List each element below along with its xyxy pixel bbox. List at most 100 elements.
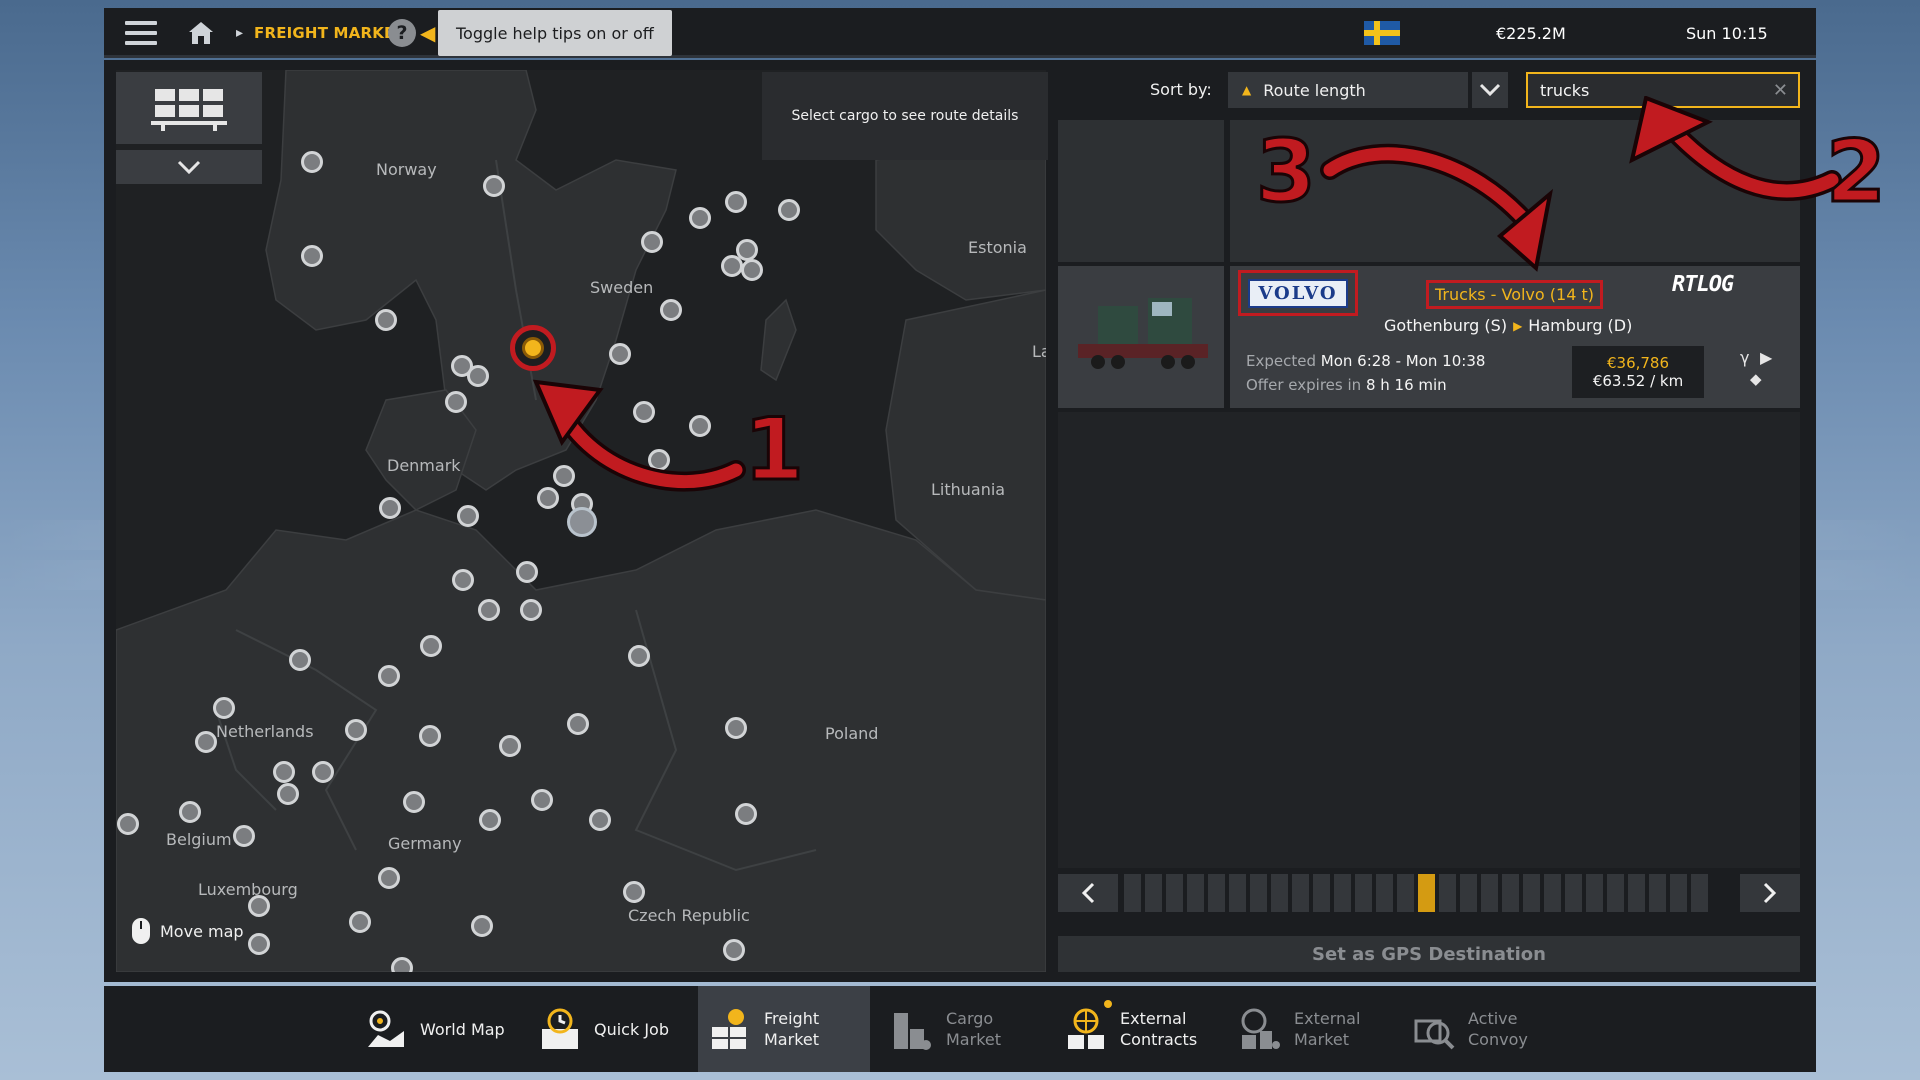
fast-forward-icon: ▶	[1760, 348, 1773, 367]
annotation-arrow-1	[532, 379, 746, 492]
page-indicator[interactable]	[1523, 874, 1540, 912]
bottom-nav: World Map Quick Job Freight Market Cargo M…	[104, 986, 1816, 1072]
tab-world-map[interactable]: World Map	[354, 986, 515, 1072]
clock-display: Sun 10:15	[1686, 23, 1768, 43]
money-display: €225.2M	[1496, 23, 1566, 43]
sweden-flag-icon	[1364, 8, 1400, 58]
cargo-market-icon	[890, 1007, 934, 1051]
cargo-type-filter-button[interactable]	[116, 72, 262, 144]
tab-external-market[interactable]: External Market	[1228, 986, 1370, 1072]
page-indicator[interactable]	[1649, 874, 1666, 912]
tab-label: World Map	[420, 1019, 505, 1039]
page-indicator[interactable]	[1502, 874, 1519, 912]
tab-label-line1: External	[1294, 1009, 1361, 1028]
chevron-down-icon[interactable]	[116, 150, 262, 184]
page-indicator[interactable]	[1586, 874, 1603, 912]
mouse-icon	[132, 918, 150, 944]
page-indicator[interactable]	[1481, 874, 1498, 912]
tab-active-convoy[interactable]: Active Convoy	[1402, 986, 1538, 1072]
set-gps-destination-button[interactable]: Set as GPS Destination	[1058, 936, 1800, 972]
route-arrow-icon: ▶	[1513, 318, 1523, 333]
chevron-down-icon	[1479, 83, 1501, 97]
home-icon[interactable]	[186, 8, 216, 58]
cargo-list-empty-area	[1058, 412, 1800, 868]
page-indicator[interactable]	[1691, 874, 1708, 912]
expires-label: Offer expires in	[1246, 376, 1362, 394]
annotation-number-1: 1	[743, 399, 806, 502]
cargo-boxes-icon	[151, 89, 227, 131]
page-indicator[interactable]	[1250, 874, 1267, 912]
page-indicator[interactable]	[1313, 874, 1330, 912]
tab-label-line2: Market	[764, 1030, 819, 1049]
annotation-number-3: 3	[1255, 121, 1318, 224]
pagination	[1058, 874, 1800, 912]
tab-label-line2: Market	[1294, 1030, 1349, 1049]
tab-label: Quick Job	[594, 1019, 669, 1039]
expected-value: Mon 6:28 - Mon 10:38	[1320, 352, 1486, 370]
expected-delivery: Expected Mon 6:28 - Mon 10:38	[1246, 352, 1485, 370]
page-indicator[interactable]	[1670, 874, 1687, 912]
page-indicator[interactable]	[1229, 874, 1246, 912]
help-icon: ?	[388, 19, 416, 47]
page-indicator[interactable]	[1334, 874, 1351, 912]
sort-label: Sort by:	[1150, 80, 1212, 99]
tab-freight-market[interactable]: Freight Market	[698, 986, 870, 1072]
tab-label: Active Convoy	[1468, 1008, 1528, 1050]
move-map-label: Move map	[160, 921, 244, 941]
tab-label: External Market	[1294, 1008, 1360, 1050]
tab-label-line1: Freight	[764, 1009, 820, 1028]
page-indicator[interactable]	[1607, 874, 1624, 912]
tab-label-line1: Active	[1468, 1009, 1518, 1028]
next-page-button[interactable]	[1740, 874, 1800, 912]
convoy-icon	[1412, 1007, 1456, 1051]
page-indicator[interactable]	[1355, 874, 1372, 912]
map[interactable]: Norway Sweden Estonia La Denmark Lithuan…	[116, 70, 1046, 972]
expected-label: Expected	[1246, 352, 1316, 370]
page-indicator[interactable]	[1397, 874, 1414, 912]
page-indicator[interactable]	[1187, 874, 1204, 912]
sort-ascending-icon: ▲	[1242, 83, 1252, 97]
breadcrumb[interactable]: FREIGHT MARKET	[254, 8, 405, 58]
cargo-thumbnail-empty[interactable]	[1058, 120, 1224, 262]
route: Gothenburg (S) ▶ Hamburg (D)	[1384, 316, 1632, 335]
page-indicator[interactable]	[1565, 874, 1582, 912]
cargo-thumbnail[interactable]	[1058, 266, 1224, 408]
breadcrumb-arrow-icon: ▸	[236, 25, 244, 41]
page-indicator[interactable]	[1271, 874, 1288, 912]
page-indicator[interactable]	[1418, 874, 1435, 912]
page-indicator[interactable]	[1166, 874, 1183, 912]
origin-city: Gothenburg (S)	[1384, 316, 1508, 335]
top-bar: ▸ FREIGHT MARKET ? ◀ Toggle help tips on…	[104, 8, 1816, 58]
page-indicator[interactable]	[1376, 874, 1393, 912]
page-indicator[interactable]	[1145, 874, 1162, 912]
quick-job-icon	[538, 1007, 582, 1051]
page-indicator[interactable]	[1208, 874, 1225, 912]
page-indicator[interactable]	[1124, 874, 1141, 912]
tab-external-contracts[interactable]: External Contracts	[1054, 986, 1207, 1072]
page-indicator[interactable]	[1460, 874, 1477, 912]
destination-city: Hamburg (D)	[1528, 316, 1633, 335]
page-indicator[interactable]	[1628, 874, 1645, 912]
trailer-icon: γ	[1740, 348, 1750, 367]
menu-icon[interactable]	[124, 8, 158, 58]
offer-expiry: Offer expires in 8 h 16 min	[1246, 376, 1447, 394]
rate-per-km: €63.52 / km	[1592, 372, 1684, 390]
move-map-hint: Move map	[130, 916, 244, 946]
tab-cargo-market[interactable]: Cargo Market	[880, 986, 1011, 1072]
page-indicator[interactable]	[1544, 874, 1561, 912]
tab-label-line2: Market	[946, 1030, 1001, 1049]
page-indicator[interactable]	[1292, 874, 1309, 912]
page-indicator[interactable]	[1439, 874, 1456, 912]
help-button[interactable]: ?	[388, 8, 416, 58]
tab-quick-job[interactable]: Quick Job	[528, 986, 679, 1072]
tab-label: Freight Market	[764, 1008, 819, 1050]
external-contracts-icon	[1064, 1007, 1108, 1051]
tab-label-line1: External	[1120, 1009, 1187, 1028]
help-tooltip: Toggle help tips on or off	[438, 10, 672, 56]
annotation-number-2: 2	[1825, 121, 1888, 224]
world-map-icon	[364, 1007, 408, 1051]
tab-label: Cargo Market	[946, 1008, 1001, 1050]
tooltip-arrow-icon: ◀	[420, 21, 436, 45]
revenue: €36,786	[1606, 354, 1670, 372]
previous-page-button[interactable]	[1058, 874, 1118, 912]
